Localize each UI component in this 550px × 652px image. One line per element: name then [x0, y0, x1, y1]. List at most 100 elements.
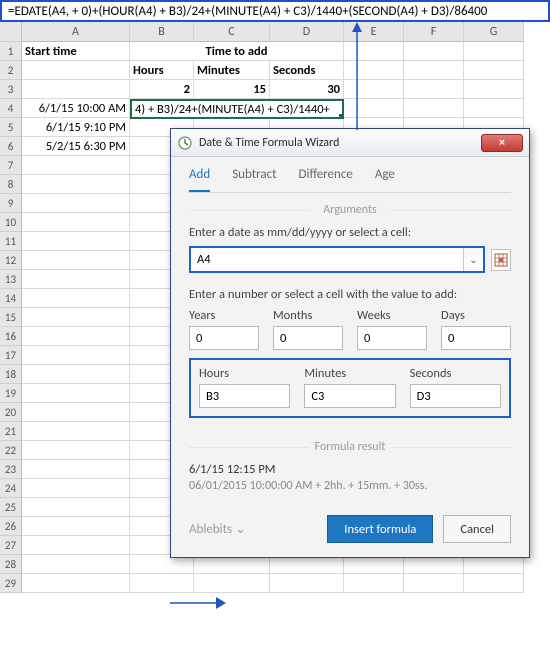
row-header-8[interactable]: 8 — [0, 175, 22, 194]
col-header-d[interactable]: D — [270, 22, 344, 42]
col-header-a[interactable]: A — [22, 22, 130, 42]
row-header-27[interactable]: 27 — [0, 536, 22, 555]
cell-bcd1[interactable]: Time to add — [130, 42, 344, 61]
row-header-20[interactable]: 20 — [0, 403, 22, 422]
row-header-3[interactable]: 3 — [0, 80, 22, 99]
cell-f4[interactable] — [404, 99, 464, 118]
cell-a17[interactable] — [22, 346, 130, 365]
tab-age[interactable]: Age — [375, 167, 395, 192]
row-header-1[interactable]: 1 — [0, 42, 22, 61]
cell-g1[interactable] — [464, 42, 524, 61]
cell-a12[interactable] — [22, 251, 130, 270]
cell-a16[interactable] — [22, 327, 130, 346]
cell-d29[interactable] — [270, 574, 344, 593]
minutes-input[interactable] — [304, 384, 395, 408]
cell-e4[interactable] — [344, 99, 404, 118]
cell-a15[interactable] — [22, 308, 130, 327]
cell-a27[interactable] — [22, 536, 130, 555]
cell-a6[interactable]: 5/2/15 6:30 PM — [22, 137, 130, 156]
row-header-23[interactable]: 23 — [0, 460, 22, 479]
row-header-24[interactable]: 24 — [0, 479, 22, 498]
tab-difference[interactable]: Difference — [298, 167, 352, 192]
row-header-13[interactable]: 13 — [0, 270, 22, 289]
cell-a8[interactable] — [22, 175, 130, 194]
cell-a3[interactable] — [22, 80, 130, 99]
cell-f29[interactable] — [404, 574, 464, 593]
cell-e2[interactable] — [344, 61, 404, 80]
row-header-18[interactable]: 18 — [0, 365, 22, 384]
active-cell-b4[interactable]: 4) + B3)/24+(MINUTE(A4) + C3)/1440+ — [130, 99, 344, 119]
days-input[interactable] — [441, 326, 511, 350]
brand-label[interactable]: Ablebits ⌄ — [189, 522, 246, 537]
cell-g4[interactable] — [464, 99, 524, 118]
row-header-29[interactable]: 29 — [0, 574, 22, 593]
cell-a14[interactable] — [22, 289, 130, 308]
close-button[interactable]: × — [481, 134, 523, 152]
cell-d3[interactable]: 30 — [270, 80, 344, 99]
date-dropdown-button[interactable]: ⌄ — [463, 248, 483, 271]
cell-g29[interactable] — [464, 574, 524, 593]
seconds-input[interactable] — [410, 384, 501, 408]
cell-e1[interactable] — [344, 42, 404, 61]
cell-b29[interactable] — [130, 574, 194, 593]
cell-c3[interactable]: 15 — [194, 80, 270, 99]
cell-a2[interactable] — [22, 61, 130, 80]
row-header-4[interactable]: 4 — [0, 99, 22, 118]
cell-reference-picker-button[interactable] — [491, 249, 511, 271]
cell-f2[interactable] — [404, 61, 464, 80]
cell-e3[interactable] — [344, 80, 404, 99]
row-header-7[interactable]: 7 — [0, 156, 22, 175]
date-input[interactable] — [191, 248, 463, 271]
dialog-titlebar[interactable]: Date & Time Formula Wizard × — [171, 129, 529, 157]
cell-a9[interactable] — [22, 194, 130, 213]
cell-a24[interactable] — [22, 479, 130, 498]
cell-a13[interactable] — [22, 270, 130, 289]
row-header-17[interactable]: 17 — [0, 346, 22, 365]
row-header-6[interactable]: 6 — [0, 137, 22, 156]
years-input[interactable] — [189, 326, 259, 350]
cell-a25[interactable] — [22, 498, 130, 517]
cell-a21[interactable] — [22, 422, 130, 441]
row-header-11[interactable]: 11 — [0, 232, 22, 251]
cell-f1[interactable] — [404, 42, 464, 61]
cell-a4[interactable]: 6/1/15 10:00 AM — [22, 99, 130, 118]
row-header-9[interactable]: 9 — [0, 194, 22, 213]
cell-b3[interactable]: 2 — [130, 80, 194, 99]
row-header-14[interactable]: 14 — [0, 289, 22, 308]
col-header-e[interactable]: E — [344, 22, 404, 42]
row-header-22[interactable]: 22 — [0, 441, 22, 460]
row-header-15[interactable]: 15 — [0, 308, 22, 327]
cell-a23[interactable] — [22, 460, 130, 479]
tab-add[interactable]: Add — [189, 167, 210, 192]
insert-formula-button[interactable]: Insert formula — [327, 515, 433, 543]
fill-handle[interactable] — [339, 114, 344, 119]
cell-a29[interactable] — [22, 574, 130, 593]
cell-g2[interactable] — [464, 61, 524, 80]
row-header-19[interactable]: 19 — [0, 384, 22, 403]
row-header-12[interactable]: 12 — [0, 251, 22, 270]
cell-c29[interactable] — [194, 574, 270, 593]
cell-a7[interactable] — [22, 156, 130, 175]
cell-a20[interactable] — [22, 403, 130, 422]
col-header-c[interactable]: C — [194, 22, 270, 42]
col-header-b[interactable]: B — [130, 22, 194, 42]
cell-a28[interactable] — [22, 555, 130, 574]
row-header-10[interactable]: 10 — [0, 213, 22, 232]
cancel-button[interactable]: Cancel — [443, 515, 511, 543]
cell-e29[interactable] — [344, 574, 404, 593]
cell-g3[interactable] — [464, 80, 524, 99]
months-input[interactable] — [273, 326, 343, 350]
row-header-25[interactable]: 25 — [0, 498, 22, 517]
cell-d2[interactable]: Seconds — [270, 61, 344, 80]
weeks-input[interactable] — [357, 326, 427, 350]
formula-bar[interactable]: =EDATE(A4, + 0)+(HOUR(A4) + B3)/24+(MINU… — [0, 0, 550, 22]
row-header-2[interactable]: 2 — [0, 61, 22, 80]
select-all-corner[interactable] — [0, 22, 22, 42]
row-header-5[interactable]: 5 — [0, 118, 22, 137]
tab-subtract[interactable]: Subtract — [232, 167, 276, 192]
cell-a10[interactable] — [22, 213, 130, 232]
row-header-28[interactable]: 28 — [0, 555, 22, 574]
cell-a18[interactable] — [22, 365, 130, 384]
cell-a11[interactable] — [22, 232, 130, 251]
cell-a22[interactable] — [22, 441, 130, 460]
